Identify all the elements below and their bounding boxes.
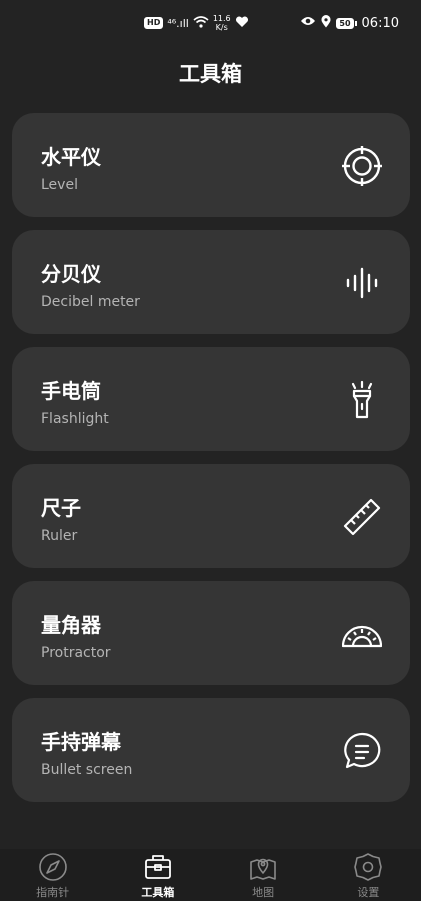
tool-card-level[interactable]: 水平仪 Level xyxy=(12,113,410,217)
nav-label: 工具箱 xyxy=(141,886,175,899)
bottom-nav: 指南针 工具箱 地图 设置 xyxy=(0,849,421,901)
tool-title: 水平仪 xyxy=(41,145,101,169)
tool-title: 尺子 xyxy=(41,496,81,520)
nav-label: 指南针 xyxy=(36,886,70,899)
tool-title: 量角器 xyxy=(41,613,101,637)
net-speed-value: 11.6 xyxy=(212,14,231,23)
battery-tip xyxy=(354,20,357,26)
map-icon xyxy=(248,852,278,882)
tool-title: 手电筒 xyxy=(41,379,101,403)
tool-subtitle: Protractor xyxy=(41,645,111,661)
tool-title: 手持弹幕 xyxy=(41,730,121,754)
eye-icon xyxy=(300,15,316,31)
health-heart-icon xyxy=(235,15,249,31)
compass-icon xyxy=(38,852,68,882)
flashlight-icon xyxy=(342,380,382,420)
net-speed-unit: K/s xyxy=(215,23,228,32)
battery-indicator: 50 xyxy=(336,17,357,29)
wifi-icon xyxy=(193,15,209,31)
nav-label: 地图 xyxy=(252,886,275,899)
nav-item-settings[interactable]: 设置 xyxy=(316,849,421,901)
tool-subtitle: Flashlight xyxy=(41,411,109,427)
clock: 06:10 xyxy=(361,15,399,31)
tool-subtitle: Decibel meter xyxy=(41,294,140,310)
bullet-screen-icon xyxy=(342,731,382,771)
nav-item-map[interactable]: 地图 xyxy=(211,849,316,901)
tool-subtitle: Level xyxy=(41,177,78,193)
toolbox-icon xyxy=(143,852,173,882)
net-speed: 11.6 K/s xyxy=(213,14,231,32)
page-title: 工具箱 xyxy=(179,62,242,86)
settings-icon xyxy=(353,852,383,882)
tool-title: 分贝仪 xyxy=(41,262,101,286)
nav-label: 设置 xyxy=(357,886,380,899)
decibel-icon xyxy=(342,263,382,303)
tool-subtitle: Bullet screen xyxy=(41,762,133,778)
signal-indicator: ⁴⁶.ıll xyxy=(167,16,189,30)
tool-card-protractor[interactable]: 量角器 Protractor xyxy=(12,581,410,685)
tool-card-bullet-screen[interactable]: 手持弹幕 Bullet screen xyxy=(12,698,410,802)
tool-card-flashlight[interactable]: 手电筒 Flashlight xyxy=(12,347,410,451)
location-icon xyxy=(321,14,331,32)
battery-level: 50 xyxy=(336,17,354,29)
protractor-icon xyxy=(342,614,382,654)
status-left: HD ⁴⁶.ıll 11.6 K/s xyxy=(144,12,249,34)
ruler-icon xyxy=(342,497,382,537)
level-icon xyxy=(342,146,382,186)
nav-item-toolbox[interactable]: 工具箱 xyxy=(105,849,210,901)
status-bar: HD ⁴⁶.ıll 11.6 K/s 50 06:10 xyxy=(0,0,421,48)
status-right: 50 06:10 xyxy=(300,12,399,34)
tool-card-ruler[interactable]: 尺子 Ruler xyxy=(12,464,410,568)
tool-card-decibel-meter[interactable]: 分贝仪 Decibel meter xyxy=(12,230,410,334)
tool-subtitle: Ruler xyxy=(41,528,78,544)
nav-item-compass[interactable]: 指南针 xyxy=(0,849,105,901)
hd-badge: HD xyxy=(144,17,164,29)
